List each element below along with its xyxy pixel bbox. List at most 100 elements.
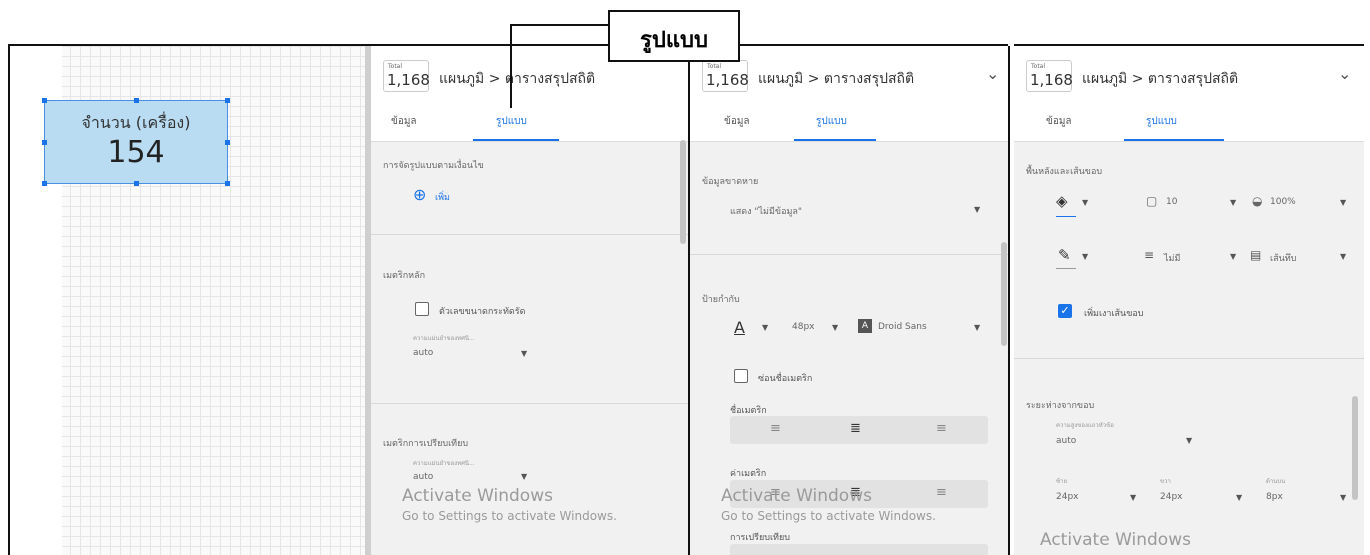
padding-left-value[interactable]: 24px: [1056, 492, 1079, 502]
callout-leader-line: [510, 24, 608, 26]
dropdown-caret-icon[interactable]: ▼: [1340, 252, 1346, 261]
padding-top-value[interactable]: 8px: [1266, 492, 1283, 502]
dropdown-caret-icon[interactable]: ▼: [1340, 493, 1346, 502]
border-weight-value[interactable]: ไม่มี: [1164, 251, 1180, 265]
properties-panel-1: Total 1,168 แผนภูมิ > ตารางสรุปสถิติ ข้อ…: [371, 46, 688, 555]
section-comparison-metric: เมตริกการเปรียบเทียบ: [383, 439, 469, 449]
comparison-precision-label: ความแม่นยำของทศนิ...: [413, 460, 475, 467]
border-color-swatch: [1056, 268, 1076, 269]
dropdown-caret-icon[interactable]: ▼: [974, 205, 980, 214]
dropdown-caret-icon[interactable]: ▼: [1186, 436, 1192, 445]
panel-scrollbar[interactable]: [1352, 396, 1358, 500]
dropdown-caret-icon[interactable]: ▼: [832, 323, 838, 332]
align-center-icon[interactable]: ≣: [850, 421, 861, 436]
border-weight-icon: ≡: [1144, 248, 1155, 262]
panel-tabs: ข้อมูล รูปแบบ: [371, 102, 688, 142]
dropdown-caret-icon[interactable]: ▼: [1082, 252, 1088, 261]
padding-mode-label: ความสูงของแถวหัวข้อ: [1056, 422, 1114, 429]
panel-tabs: ข้อมูล รูปแบบ: [1014, 102, 1364, 142]
section-padding: ระยะห่างจากขอบ: [1026, 401, 1095, 411]
border-radius-value[interactable]: 10: [1166, 197, 1177, 207]
breadcrumb: แผนภูมิ > ตารางสรุปสถิติ: [439, 71, 596, 87]
padding-top-label: ด้านบน: [1266, 478, 1286, 485]
add-button[interactable]: เพิ่ม: [435, 190, 450, 204]
section-primary-metric: เมตริกหลัก: [383, 271, 426, 281]
panel-scrollbar[interactable]: [1001, 242, 1007, 346]
padding-mode-value[interactable]: auto: [1056, 436, 1076, 446]
resize-handle[interactable]: [225, 98, 230, 103]
total-label: Total: [388, 63, 403, 70]
resize-handle[interactable]: [42, 181, 47, 186]
activate-windows-subtitle: Go to Settings to activate Windows.: [721, 509, 936, 523]
chart-type-chip[interactable]: Total 1,168: [702, 60, 749, 92]
panel-tabs: ข้อมูล รูปแบบ: [690, 102, 1008, 142]
panel-separator: [1008, 46, 1010, 555]
dropdown-caret-icon[interactable]: ▼: [974, 323, 980, 332]
metric-name-alignment: ≡ ≣ ≡: [730, 416, 988, 444]
decimal-precision-value[interactable]: auto: [413, 348, 433, 358]
dropdown-caret-icon[interactable]: ▼: [762, 323, 768, 332]
hide-metric-name-label: ซ่อนชื่อเมตริก: [758, 374, 813, 384]
section-divider: [371, 403, 688, 404]
compact-numbers-label: ตัวเลขขนาดกระทัดรัด: [439, 307, 526, 317]
scorecard-label: จำนวน (เครื่อง): [81, 113, 191, 132]
font-color-icon[interactable]: A: [734, 318, 745, 337]
callout-leader-line: [510, 24, 512, 108]
activate-windows-title: Activate Windows: [721, 486, 872, 506]
panel-scrollbar[interactable]: [680, 140, 686, 244]
comparison-label: การเปรียบเทียบ: [730, 533, 790, 543]
dropdown-caret-icon[interactable]: ▼: [521, 472, 527, 481]
scorecard-chart[interactable]: จำนวน (เครื่อง) 154: [42, 98, 230, 186]
section-labels: ป้ายกำกับ: [702, 295, 740, 305]
fill-color-swatch: [1056, 216, 1076, 217]
comparison-precision-value[interactable]: auto: [413, 472, 433, 482]
chevron-down-icon[interactable]: ⌄: [1338, 64, 1351, 83]
opacity-value[interactable]: 100%: [1270, 197, 1296, 207]
tab-data[interactable]: ข้อมูล: [724, 114, 750, 129]
active-tab-indicator: [1124, 139, 1224, 141]
dropdown-caret-icon[interactable]: ▼: [521, 349, 527, 358]
font-size-value[interactable]: 48px: [792, 322, 815, 332]
dropdown-caret-icon[interactable]: ▼: [1130, 493, 1136, 502]
resize-handle[interactable]: [134, 98, 139, 103]
compact-numbers-checkbox[interactable]: [415, 302, 429, 316]
chart-type-chip[interactable]: Total 1,168: [383, 60, 430, 92]
tab-data[interactable]: ข้อมูล: [1046, 114, 1072, 129]
border-color-icon[interactable]: ✎: [1058, 246, 1071, 264]
add-border-shadow-label: เพิ่มเงาเส้นขอบ: [1084, 309, 1144, 319]
hide-metric-name-checkbox[interactable]: [734, 369, 748, 383]
missing-data-dropdown[interactable]: แสดง "ไม่มีข้อมูล": [730, 204, 802, 218]
tab-style[interactable]: รูปแบบ: [496, 114, 527, 129]
tab-data[interactable]: ข้อมูล: [391, 114, 417, 129]
section-background-border: พื้นหลังและเส้นขอบ: [1026, 167, 1103, 177]
align-right-icon[interactable]: ≡: [936, 485, 947, 500]
dropdown-caret-icon[interactable]: ▼: [1230, 252, 1236, 261]
section-divider: [690, 254, 1008, 255]
dropdown-caret-icon[interactable]: ▼: [1230, 198, 1236, 207]
add-circle-icon[interactable]: ⊕: [413, 185, 426, 204]
dropdown-caret-icon[interactable]: ▼: [1340, 198, 1346, 207]
padding-left-label: ซ้าย: [1056, 478, 1067, 485]
font-family-value[interactable]: Droid Sans: [878, 322, 927, 332]
align-right-icon[interactable]: ≡: [936, 421, 947, 436]
dropdown-caret-icon[interactable]: ▼: [1082, 198, 1088, 207]
resize-handle[interactable]: [42, 98, 47, 103]
dropdown-caret-icon[interactable]: ▼: [1236, 493, 1242, 502]
tab-style[interactable]: รูปแบบ: [1146, 114, 1177, 129]
padding-right-value[interactable]: 24px: [1160, 492, 1183, 502]
tab-style[interactable]: รูปแบบ: [816, 114, 847, 129]
resize-handle[interactable]: [134, 181, 139, 186]
chevron-down-icon[interactable]: ⌄: [986, 64, 999, 83]
fill-color-icon[interactable]: ◈: [1056, 192, 1068, 210]
align-left-icon[interactable]: ≡: [770, 421, 781, 436]
add-border-shadow-checkbox[interactable]: ✓: [1058, 304, 1072, 318]
active-tab-indicator: [794, 139, 876, 141]
border-style-value[interactable]: เส้นทึบ: [1270, 251, 1296, 265]
decimal-precision-label: ความแม่นยำของทศนิ...: [413, 335, 475, 342]
font-family-icon[interactable]: A: [858, 319, 872, 333]
properties-panel-2: Total 1,168 แผนภูมิ > ตารางสรุปสถิติ ⌄ ข…: [690, 46, 1008, 555]
callout-label: รูปแบบ: [640, 28, 708, 53]
chart-type-chip[interactable]: Total 1,168: [1026, 60, 1073, 92]
resize-handle[interactable]: [225, 181, 230, 186]
section-divider: [371, 234, 688, 235]
